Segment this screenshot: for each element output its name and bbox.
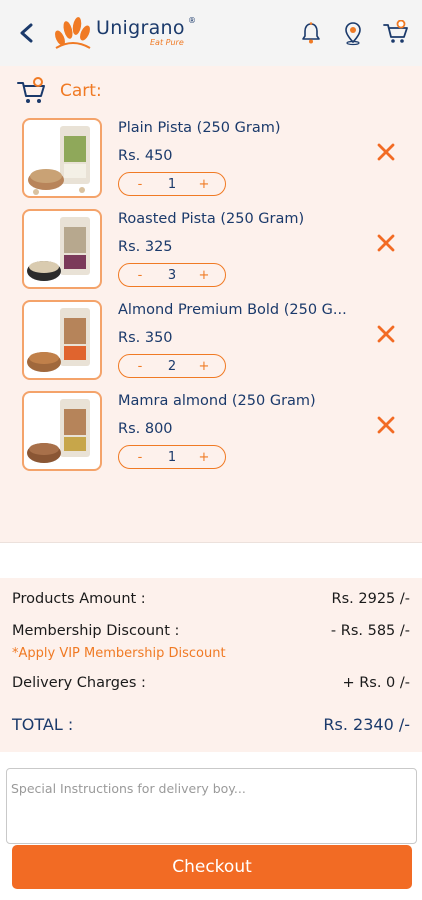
cart-item: Almond Premium Bold (250 G... Rs. 350 - … [0, 300, 422, 390]
cart-item: Mamra almond (250 Gram) Rs. 800 - 1 + [0, 391, 422, 481]
delivery-charges-label: Delivery Charges : [12, 675, 146, 691]
total-value: Rs. 2340 /- [323, 715, 410, 734]
close-icon [377, 416, 395, 434]
checkout-button[interactable]: Checkout [12, 845, 412, 889]
quantity-stepper: - 3 + [118, 263, 226, 287]
location-pin-icon [345, 22, 361, 46]
cart-title: Cart: [60, 81, 102, 101]
products-amount-label: Products Amount : [12, 591, 146, 607]
notification-bell-icon [302, 22, 320, 44]
order-summary: Products Amount : Rs. 2925 /- Membership… [0, 578, 422, 752]
product-price: Rs. 800 [118, 421, 173, 437]
vip-membership-link[interactable]: *Apply VIP Membership Discount [12, 646, 226, 661]
product-price: Rs. 325 [118, 239, 173, 255]
product-name[interactable]: Mamra almond (250 Gram) [118, 393, 316, 409]
remove-item-button[interactable] [374, 413, 398, 437]
decrement-button[interactable]: - [133, 359, 147, 374]
remove-item-button[interactable] [374, 231, 398, 255]
quantity-stepper: - 2 + [118, 354, 226, 378]
product-name[interactable]: Almond Premium Bold (250 G... [118, 302, 347, 318]
app-header: Unigrano ® Eat Pure [0, 0, 422, 66]
cart-heading: Cart: [16, 76, 102, 106]
brand-name: Unigrano [96, 17, 185, 39]
decrement-button[interactable]: - [133, 450, 147, 465]
cart-icon [17, 77, 45, 103]
membership-discount-label: Membership Discount : [12, 623, 180, 639]
total-label: TOTAL : [12, 715, 74, 734]
brand-tagline: Eat Pure [150, 38, 184, 47]
decrement-button[interactable]: - [133, 177, 147, 192]
close-icon [377, 325, 395, 343]
quantity-value: 2 [167, 358, 177, 374]
section-divider [0, 542, 422, 576]
header-cart-button[interactable] [382, 19, 408, 46]
product-name[interactable]: Plain Pista (250 Gram) [118, 120, 280, 136]
back-button[interactable] [14, 20, 40, 46]
product-image [22, 391, 102, 471]
remove-item-button[interactable] [374, 322, 398, 346]
delivery-instructions-input[interactable] [6, 768, 417, 844]
close-icon [377, 143, 395, 161]
quantity-stepper: - 1 + [118, 172, 226, 196]
close-icon [377, 234, 395, 252]
increment-button[interactable]: + [197, 268, 211, 283]
quantity-value: 1 [167, 449, 177, 465]
product-price: Rs. 350 [118, 330, 173, 346]
delivery-charges-value: + Rs. 0 /- [342, 675, 410, 691]
quantity-stepper: - 1 + [118, 445, 226, 469]
wheat-logo-icon [55, 17, 91, 49]
quantity-value: 3 [167, 267, 177, 283]
product-name[interactable]: Roasted Pista (250 Gram) [118, 211, 304, 227]
product-image [22, 118, 102, 198]
unigrano-logo: Unigrano ® Eat Pure [52, 14, 202, 54]
cart-icon [383, 19, 408, 43]
product-price: Rs. 450 [118, 148, 173, 164]
membership-discount-value: - Rs. 585 /- [330, 623, 410, 639]
cart-item: Plain Pista (250 Gram) Rs. 450 - 1 + [0, 118, 422, 208]
back-icon [20, 23, 33, 43]
quantity-value: 1 [167, 176, 177, 192]
product-image [22, 209, 102, 289]
remove-item-button[interactable] [374, 140, 398, 164]
product-image [22, 300, 102, 380]
decrement-button[interactable]: - [133, 268, 147, 283]
cart-item: Roasted Pista (250 Gram) Rs. 325 - 3 + [0, 209, 422, 299]
increment-button[interactable]: + [197, 450, 211, 465]
increment-button[interactable]: + [197, 177, 211, 192]
products-amount-value: Rs. 2925 /- [331, 591, 410, 607]
increment-button[interactable]: + [197, 359, 211, 374]
cart-section: Cart: Plain Pista (250 Gram) Rs. 450 - 1… [0, 66, 422, 542]
registered-mark: ® [188, 16, 196, 25]
location-button[interactable] [340, 20, 366, 46]
notification-button[interactable] [298, 20, 324, 46]
